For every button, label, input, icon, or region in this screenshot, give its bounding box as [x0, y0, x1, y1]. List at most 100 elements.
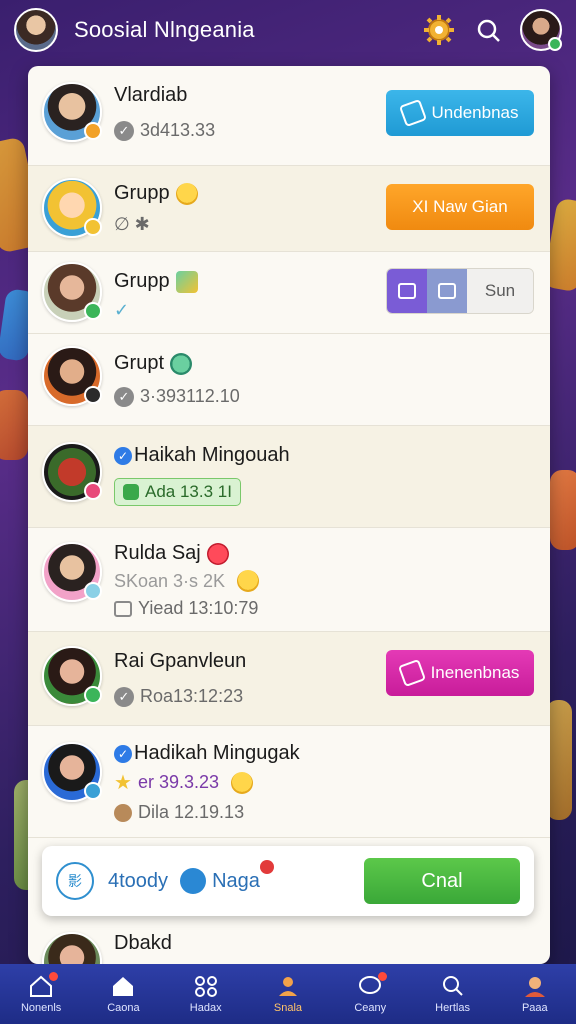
verified-icon: ✓ [114, 744, 132, 763]
new-chat-button[interactable]: XI Naw Gian [386, 184, 534, 230]
globe-icon [170, 352, 193, 375]
item-subtitle: ✓ Roa13:12:23 [114, 686, 243, 707]
nav-item-feed[interactable]: Caona [82, 964, 164, 1024]
status-badge [84, 122, 102, 140]
check-icon: ✓ [114, 686, 134, 707]
list-item[interactable]: Grupp ∅ ✱ XI Naw Gian [28, 166, 550, 252]
group-list-panel: Vlardiab ✓ 3d413.33 Undenbnas Grupp ∅ ✱ X… [28, 66, 550, 964]
nav-label: Paaa [521, 1002, 548, 1014]
segment-label[interactable]: Sun [467, 269, 533, 313]
list-item[interactable]: ✓ Hadikah Mingugak ★ er 39.3.23 Dila 12.19… [28, 726, 550, 838]
nav-label: Caona [107, 1002, 140, 1014]
nav-label: Nonenls [20, 1002, 62, 1014]
chat-icon [180, 868, 207, 894]
status-badge [84, 782, 102, 800]
nav-item-search[interactable]: Hertlas [411, 964, 493, 1024]
status-badge [84, 302, 102, 320]
primary-cta-button[interactable]: Cnal [364, 858, 520, 904]
status-badge [84, 582, 102, 600]
bottom-nav: Nonenls Caona Hadax Snala Ceany Hertlas … [0, 964, 576, 1024]
card-icon [398, 283, 416, 299]
list-item[interactable]: Rulda Saj SKoan 3·s 2K Yiead 13:10:79 [28, 528, 550, 632]
item-timestamp: 3·393112.10 [140, 386, 240, 406]
avatar [42, 262, 102, 322]
clock-icon [114, 803, 132, 822]
background-tile [550, 470, 576, 550]
gear-icon[interactable] [422, 13, 456, 47]
emoji-icon [175, 182, 198, 205]
verified-icon: ✓ [114, 446, 132, 465]
button-label: XI Naw Gian [412, 197, 508, 216]
edit-icon [397, 658, 426, 688]
item-name: Grupp [114, 270, 198, 293]
item-name: Grupp [114, 182, 198, 205]
list-item[interactable]: ✓ Haikah Mingouah Ada 13.3 1I [28, 426, 550, 528]
nav-item-profile[interactable]: Snala [247, 964, 329, 1024]
top-bar: Soosial Nlngeania [0, 0, 576, 60]
nag-link[interactable]: Naga [180, 860, 274, 894]
item-name: ✓ Haikah Mingouah [114, 444, 290, 467]
avatar [42, 442, 102, 502]
search-icon[interactable] [474, 16, 502, 44]
check-icon: ✓ [114, 386, 134, 407]
list-item[interactable]: Rai Gpanvleun ✓ Roa13:12:23 Inenenbnas [28, 632, 550, 726]
avatar [42, 178, 102, 238]
item-timestamp: Roa13:12:23 [140, 686, 244, 706]
item-timestamp: Yiead 13:10:79 [138, 598, 259, 618]
nag-label: Naga [212, 869, 260, 892]
nav-item-groups[interactable]: Hadax [165, 964, 247, 1024]
alert-icon [206, 542, 229, 565]
nav-label: Hadax [189, 1002, 222, 1014]
segment-option[interactable] [387, 269, 427, 313]
list-item[interactable]: Grupt ✓ 3·393112.10 [28, 334, 550, 426]
nav-item-home[interactable]: Nonenls [0, 964, 82, 1024]
avatar [42, 646, 102, 706]
list-item[interactable]: Grupp ✓ Sun [28, 252, 550, 334]
nav-label: Hertlas [435, 1002, 470, 1014]
item-name-text: Grupt [114, 352, 165, 374]
list-item[interactable]: Vlardiab ✓ 3d413.33 Undenbnas [28, 66, 550, 166]
emoji-icon [231, 771, 253, 794]
nav-item-account[interactable]: Paaa [494, 964, 576, 1024]
background-tile [0, 390, 28, 460]
nav-label: Snala [273, 1002, 303, 1014]
item-name-text: Grupp [114, 270, 170, 292]
status-tag: Ada 13.3 1I [114, 478, 241, 506]
user-avatar[interactable] [520, 9, 562, 51]
account-icon [524, 977, 545, 997]
app-logo-icon[interactable]: 影 [56, 862, 94, 900]
copy-icon [438, 283, 456, 299]
button-label: Inenenbnas [430, 663, 520, 682]
button-label: Undenbnas [431, 103, 519, 122]
item-name: Dbakd [114, 932, 172, 954]
list-item[interactable]: Dbakd [28, 926, 550, 964]
top-icons [422, 9, 562, 51]
item-subtitle-text: SKoan 3·s 2K [114, 570, 226, 591]
item-name: ✓ Hadikah Mingugak [114, 742, 300, 765]
avatar [42, 742, 102, 802]
item-name-text: Hadikah Mingugak [134, 742, 300, 764]
nav-item-chat[interactable]: Ceany [329, 964, 411, 1024]
segment-option[interactable] [427, 269, 467, 313]
online-status-dot [548, 37, 562, 51]
gift-icon [175, 270, 198, 293]
item-subtitle-text: er 39.3.23 [137, 772, 219, 792]
item-name: Rai Gpanvleun [114, 650, 247, 672]
profile-avatar[interactable] [14, 8, 58, 52]
calendar-icon [114, 600, 132, 617]
shield-icon [123, 484, 139, 500]
emoji-icon [237, 570, 260, 592]
notification-badge [259, 860, 274, 874]
person-icon [278, 977, 297, 996]
avatar [42, 82, 102, 142]
nav-label: Ceany [354, 1002, 387, 1014]
status-badge [84, 686, 102, 704]
action-button[interactable]: Inenenbnas [386, 650, 534, 696]
segmented-control[interactable]: Sun [386, 268, 534, 314]
search-icon [442, 976, 463, 996]
item-subtitle: ★ er 39.3.23 [114, 770, 253, 795]
action-button[interactable]: Undenbnas [386, 90, 534, 136]
star-icon: ★ [114, 772, 132, 794]
grid-icon [194, 976, 217, 997]
avatar [42, 346, 102, 406]
